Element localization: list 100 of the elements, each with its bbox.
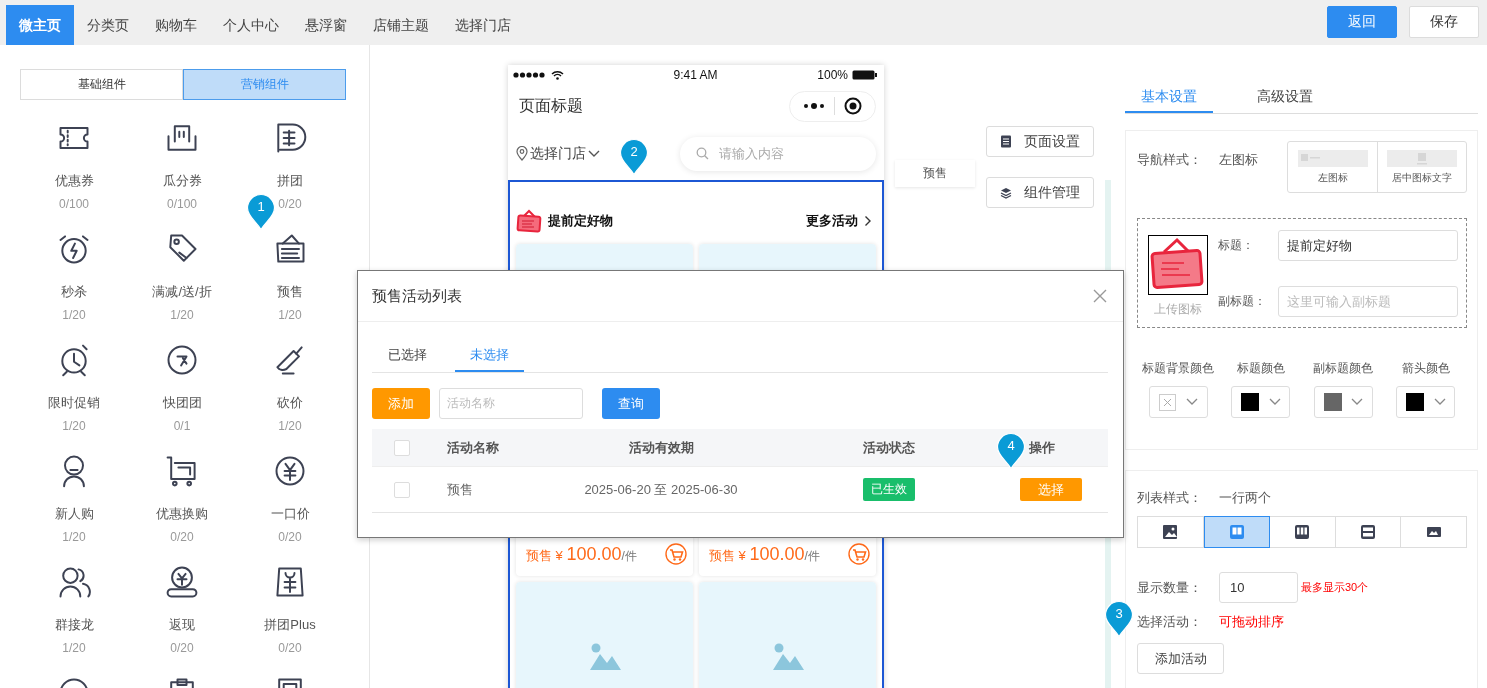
- component-label: 返现: [169, 617, 195, 633]
- color-label: 标题颜色: [1236, 360, 1285, 377]
- checkbox[interactable]: [393, 481, 410, 498]
- status-time: 9:41 AM: [673, 68, 718, 82]
- column-header: 操作: [1029, 438, 1055, 457]
- settings-tab[interactable]: 高级设置: [1241, 80, 1329, 113]
- component-count: 0/20: [170, 641, 194, 655]
- component-count: 1/20: [278, 308, 302, 322]
- component-label: 优惠券: [54, 173, 94, 189]
- nav-style-option[interactable]: 左图标: [1288, 142, 1377, 192]
- component-label: 瓜分券: [162, 173, 202, 189]
- chevron-right-icon[interactable]: [864, 215, 872, 227]
- nav-tab[interactable]: 个人中心: [210, 5, 292, 45]
- component-label: 砍价: [277, 395, 303, 411]
- table-cell-text: 2025-06-20 至 2025-06-30: [583, 480, 739, 499]
- sort-hint: 可拖动排序: [1219, 613, 1284, 631]
- component-count: 0/20: [170, 530, 194, 544]
- page-title: 页面标题: [519, 95, 583, 116]
- chevron-down-icon: [1185, 398, 1198, 406]
- field-label: 列表样式：: [1137, 489, 1203, 507]
- component-count: 0/1: [173, 419, 191, 433]
- title-input[interactable]: 提前定好物: [1278, 230, 1458, 261]
- section-title: 提前定好物: [548, 212, 614, 230]
- checkbox[interactable]: [393, 439, 410, 456]
- component-count: 1/20: [62, 308, 86, 322]
- wifi-icon: [551, 70, 564, 80]
- component-manage-button[interactable]: 组件管理: [986, 177, 1094, 208]
- component-label: 限时促销: [48, 395, 100, 411]
- no-color-icon: [1158, 393, 1176, 411]
- color-picker[interactable]: [1231, 386, 1291, 418]
- left-layout-icon: [1297, 149, 1368, 167]
- component-count: 1/20: [170, 308, 194, 322]
- upload-preview[interactable]: [1148, 235, 1208, 295]
- nav-tab[interactable]: 分类页: [74, 5, 142, 45]
- signboard-icon: [516, 208, 542, 234]
- component-label: 预售: [277, 284, 303, 300]
- two-column-icon: [1227, 523, 1246, 541]
- field-value: 一行两个: [1219, 489, 1271, 507]
- count-input[interactable]: 10: [1219, 572, 1298, 603]
- count-hint: 最多显示30个: [1301, 580, 1369, 595]
- component-label: 优惠换购: [156, 506, 208, 522]
- field-label: 显示数量：: [1137, 578, 1203, 597]
- component-count: 1/20: [62, 641, 86, 655]
- target-icon[interactable]: [844, 97, 863, 115]
- chevron-down-icon: [1351, 398, 1363, 406]
- add-activity-button[interactable]: 添加活动: [1137, 643, 1224, 674]
- search-icon: [696, 147, 709, 160]
- component-label: 一口价: [270, 506, 310, 522]
- battery-icon: [852, 70, 878, 80]
- color-picker[interactable]: [1313, 386, 1373, 418]
- save-button[interactable]: 保存: [1409, 6, 1479, 38]
- battery-percent: 100%: [817, 68, 848, 82]
- image-placeholder-icon: [587, 642, 622, 670]
- component-count: 0/100: [167, 197, 197, 211]
- three-column-icon: [1293, 523, 1312, 541]
- field-label: 选择活动：: [1137, 613, 1203, 631]
- component-count: 0/20: [278, 197, 302, 211]
- product-price: 预售 ¥ 100.00/件: [526, 543, 637, 565]
- component-count: 0/20: [278, 641, 302, 655]
- center-layout-icon: [1387, 149, 1457, 167]
- annotation-pin: 4: [996, 432, 1026, 470]
- component-count: 0/20: [278, 530, 302, 544]
- component-label: 快团团: [162, 395, 202, 411]
- nav-tab[interactable]: 购物车: [142, 5, 210, 45]
- segment-tab[interactable]: 基础组件: [20, 69, 183, 100]
- dialog-tab[interactable]: 已选择: [372, 338, 443, 372]
- field-label: 副标题：: [1218, 293, 1267, 310]
- dialog-title: 预售活动列表: [372, 286, 462, 306]
- layers-icon: [1000, 186, 1012, 199]
- component-count: 0/100: [59, 197, 89, 211]
- field-label: 标题：: [1218, 237, 1255, 254]
- page-settings-button[interactable]: 页面设置: [986, 126, 1094, 157]
- signal-icon: [513, 71, 547, 79]
- document-icon: [1000, 135, 1012, 148]
- component-label: 秒杀: [61, 284, 87, 300]
- close-icon[interactable]: [1093, 289, 1107, 303]
- settings-tab[interactable]: 基本设置: [1125, 80, 1213, 113]
- color-picker[interactable]: [1148, 386, 1208, 418]
- store-selector[interactable]: 选择门店: [516, 144, 600, 163]
- color-label: 标题背景颜色: [1142, 360, 1215, 377]
- more-link[interactable]: 更多活动: [806, 212, 858, 230]
- nav-tab[interactable]: 悬浮窗: [292, 5, 360, 45]
- nav-tab[interactable]: 选择门店: [442, 5, 524, 45]
- location-pin-icon: [516, 146, 528, 161]
- component-label: 满减/送/折: [152, 284, 212, 300]
- component-count: 1/20: [62, 419, 86, 433]
- dialog-tab[interactable]: 未选择: [455, 338, 524, 372]
- more-icon[interactable]: [802, 102, 825, 110]
- chevron-down-icon: [1433, 398, 1446, 406]
- table-cell-text: 预售: [446, 480, 474, 499]
- nav-style-option[interactable]: 居中图标文字: [1377, 142, 1466, 192]
- chevron-down-icon: [588, 149, 600, 158]
- rows-icon: [1359, 523, 1378, 541]
- upload-caption: 上传图标: [1154, 301, 1202, 318]
- component-label: 拼团: [277, 173, 303, 189]
- color-picker[interactable]: [1396, 386, 1456, 418]
- component-count: 1/20: [278, 419, 302, 433]
- chevron-down-icon: [1268, 398, 1281, 406]
- nav-tab[interactable]: 店铺主题: [360, 5, 442, 45]
- coin-icon[interactable]: [164, 564, 200, 600]
